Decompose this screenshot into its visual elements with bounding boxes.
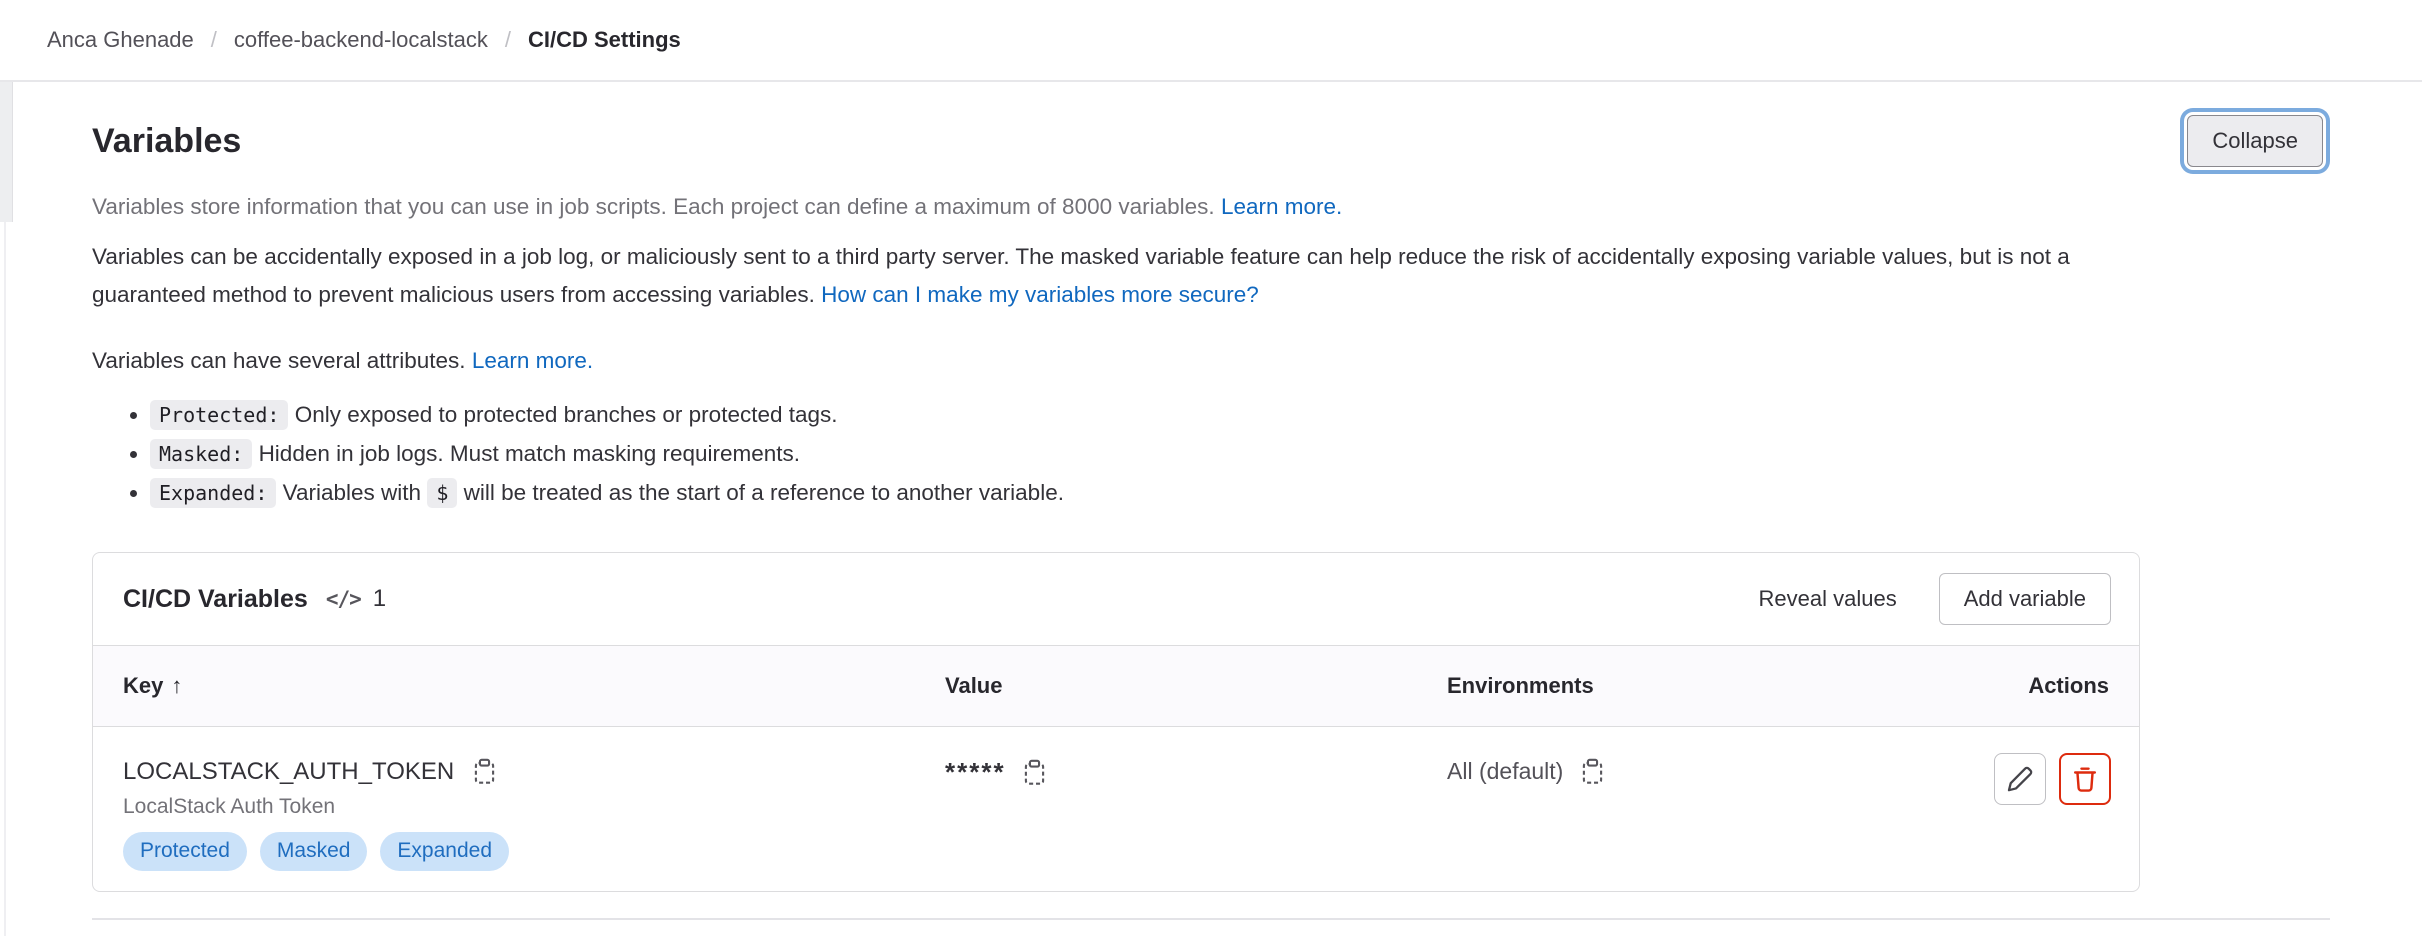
list-item-masked: Masked: Hidden in job logs. Must match m… (150, 439, 2140, 469)
attributes-paragraph: Variables can have several attributes. L… (92, 342, 2140, 380)
list-item-expanded: Expanded: Variables with $ will be treat… (150, 478, 2140, 508)
breadcrumb-current-page: CI/CD Settings (528, 27, 681, 53)
breadcrumb-group-link[interactable]: Anca Ghenade (47, 27, 194, 53)
value-cell: ***** (915, 727, 1417, 891)
key-cell: LOCALSTACK_AUTH_TOKEN LocalStack Auth To… (93, 727, 915, 891)
dollar-code: $ (427, 478, 457, 508)
clipboard-copy-icon (1021, 758, 1048, 787)
column-header-key[interactable]: Key ↑ (93, 646, 915, 726)
masked-code: Masked: (150, 439, 252, 469)
breadcrumb: Anca Ghenade / coffee-backend-localstack… (0, 0, 2422, 82)
cicd-variables-card: CI/CD Variables </> 1 Reveal values Add … (92, 552, 2140, 892)
protected-text: Only exposed to protected branches or pr… (295, 402, 838, 427)
arrow-up-icon: ↑ (171, 673, 182, 698)
collapse-button[interactable]: Collapse (2187, 115, 2323, 167)
secure-variables-link[interactable]: How can I make my variables more secure? (821, 282, 1259, 307)
variable-description: LocalStack Auth Token (123, 795, 915, 819)
next-section-divider (92, 918, 2330, 920)
column-header-actions: Actions (1919, 646, 2139, 726)
page-title: Variables (92, 122, 241, 161)
environment-scope: All (default) (1447, 758, 1563, 785)
clipboard-copy-icon (471, 757, 498, 786)
expanded-text-before: Variables with (283, 480, 421, 505)
column-header-environments: Environments (1417, 646, 1919, 726)
environments-cell: All (default) (1417, 727, 1919, 891)
card-header-actions: Reveal values Add variable (1759, 573, 2112, 625)
warning-paragraph: Variables can be accidentally exposed in… (92, 238, 2140, 314)
copy-value-button[interactable] (1021, 758, 1048, 787)
variables-description: Variables store information that you can… (92, 190, 2140, 892)
variables-section-header: Variables Collapse (92, 110, 2330, 172)
edit-variable-button[interactable] (1994, 753, 2046, 805)
code-icon: </> (326, 587, 361, 611)
intro-paragraph: Variables store information that you can… (92, 190, 2140, 224)
variable-count: 1 (373, 585, 386, 613)
attributes-learn-more-link[interactable]: Learn more. (472, 348, 593, 373)
breadcrumb-project-link[interactable]: coffee-backend-localstack (234, 27, 488, 53)
intro-text: Variables store information that you can… (92, 194, 1215, 219)
variable-badges: Protected Masked Expanded (123, 832, 915, 891)
badge-protected: Protected (123, 832, 247, 871)
clipboard-copy-icon (1579, 757, 1606, 786)
pencil-icon (2006, 765, 2034, 793)
copy-environment-button[interactable] (1579, 757, 1606, 786)
list-item-protected: Protected: Only exposed to protected bra… (150, 400, 2140, 430)
trash-icon (2071, 765, 2099, 793)
variable-masked-value: ***** (945, 757, 1006, 788)
badge-masked: Masked (260, 832, 368, 871)
masked-text: Hidden in job logs. Must match masking r… (259, 441, 801, 466)
attributes-text: Variables can have several attributes. (92, 348, 466, 373)
variable-key: LOCALSTACK_AUTH_TOKEN (123, 758, 454, 786)
copy-key-button[interactable] (471, 757, 498, 786)
table-row: LOCALSTACK_AUTH_TOKEN LocalStack Auth To… (93, 727, 2139, 891)
column-header-value: Value (915, 646, 1417, 726)
expanded-text-after: will be treated as the start of a refere… (464, 480, 1064, 505)
expanded-code: Expanded: (150, 478, 276, 508)
card-title: CI/CD Variables (123, 585, 308, 614)
badge-expanded: Expanded (380, 832, 509, 871)
card-header: CI/CD Variables </> 1 Reveal values Add … (93, 553, 2139, 646)
breadcrumb-separator: / (211, 27, 217, 53)
actions-cell (1919, 727, 2139, 891)
reveal-values-button[interactable]: Reveal values (1759, 573, 1897, 625)
learn-more-link[interactable]: Learn more. (1221, 194, 1342, 219)
protected-code: Protected: (150, 400, 288, 430)
table-header-row: Key ↑ Value Environments Actions (93, 646, 2139, 727)
key-header-label: Key (123, 673, 163, 698)
settings-content: Variables Collapse Variables store infor… (0, 110, 2422, 920)
delete-variable-button[interactable] (2059, 753, 2111, 805)
breadcrumb-separator: / (505, 27, 511, 53)
add-variable-button[interactable]: Add variable (1939, 573, 2111, 625)
attributes-list: Protected: Only exposed to protected bra… (92, 400, 2140, 508)
